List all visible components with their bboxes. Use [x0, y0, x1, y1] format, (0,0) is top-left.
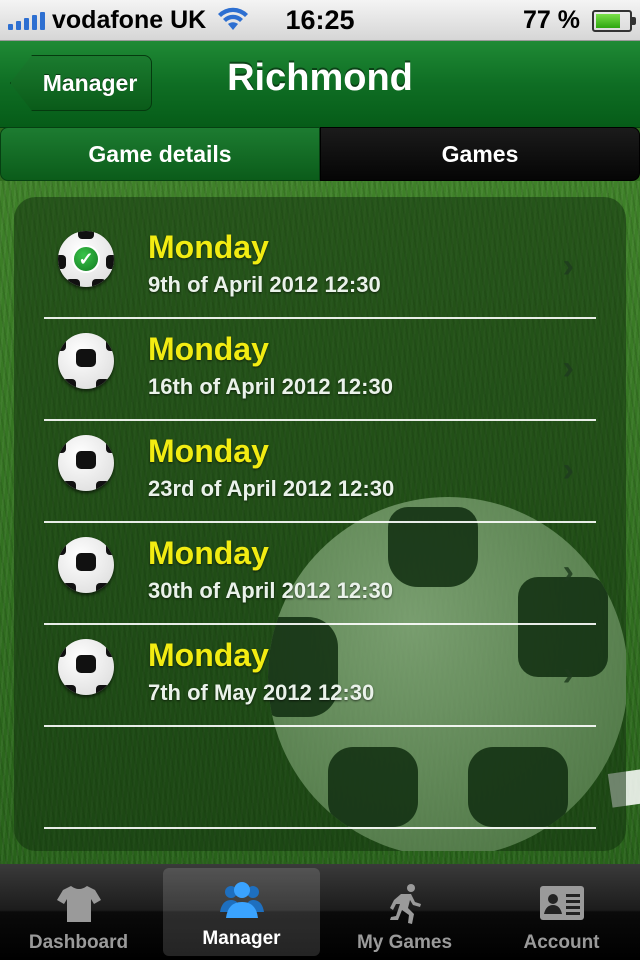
football-icon: [58, 537, 114, 593]
page-title: Richmond: [227, 57, 413, 99]
game-row[interactable]: ✓ Monday 9th of April 2012 12:30 ›: [44, 217, 596, 319]
game-row[interactable]: Monday 23rd of April 2012 12:30 ›: [44, 421, 596, 523]
football-icon: [58, 639, 114, 695]
football-icon: [58, 333, 114, 389]
chevron-right-icon: ›: [562, 553, 574, 591]
tab-my-games[interactable]: My Games: [326, 864, 483, 960]
navigation-bar: Manager Richmond: [0, 41, 640, 128]
people-icon: [219, 882, 264, 918]
status-bar: vodafone UK 16:25 77 %: [0, 0, 640, 41]
tab-label: Dashboard: [28, 932, 129, 953]
tab-label: My Games: [356, 932, 453, 953]
game-day: Monday: [148, 535, 269, 571]
empty-row: [44, 727, 596, 829]
tab-label: Manager: [202, 928, 281, 949]
game-row[interactable]: Monday 16th of April 2012 12:30 ›: [44, 319, 596, 421]
battery-percent: 77 %: [523, 6, 580, 34]
tab-label: Account: [523, 932, 600, 953]
game-day: Monday: [148, 331, 269, 367]
game-date: 23rd of April 2012 12:30: [148, 476, 395, 501]
id-card-icon: [539, 886, 584, 920]
football-icon: ✓: [58, 231, 114, 287]
game-row[interactable]: Monday 30th of April 2012 12:30 ›: [44, 523, 596, 625]
segmented-control: Game details Games: [0, 127, 640, 181]
tab-dashboard[interactable]: Dashboard: [0, 864, 157, 960]
game-day: Monday: [148, 637, 269, 673]
game-day: Monday: [148, 433, 269, 469]
chevron-right-icon: ›: [562, 349, 574, 387]
game-date: 7th of May 2012 12:30: [148, 680, 375, 705]
tab-games[interactable]: Games: [320, 127, 640, 181]
tab-account[interactable]: Account: [483, 864, 640, 960]
battery-icon: [592, 10, 636, 32]
game-date: 30th of April 2012 12:30: [148, 578, 393, 603]
shirt-icon: [56, 886, 101, 922]
games-panel: ✓ Monday 9th of April 2012 12:30 › Monda…: [14, 197, 626, 851]
confirmed-check-icon: ✓: [72, 245, 100, 273]
game-date: 16th of April 2012 12:30: [148, 374, 393, 399]
chevron-right-icon: ›: [562, 451, 574, 489]
runner-icon: [389, 884, 421, 924]
football-icon: [58, 435, 114, 491]
games-list: ✓ Monday 9th of April 2012 12:30 › Monda…: [44, 217, 596, 829]
game-row[interactable]: Monday 7th of May 2012 12:30 ›: [44, 625, 596, 727]
chevron-right-icon: ›: [562, 247, 574, 285]
game-day: Monday: [148, 229, 269, 265]
tab-manager[interactable]: Manager: [163, 868, 320, 956]
chevron-right-icon: ›: [562, 655, 574, 693]
tab-bar: Dashboard Manager My Games Account: [0, 864, 640, 960]
tab-game-details[interactable]: Game details: [0, 127, 320, 181]
game-date: 9th of April 2012 12:30: [148, 272, 381, 297]
